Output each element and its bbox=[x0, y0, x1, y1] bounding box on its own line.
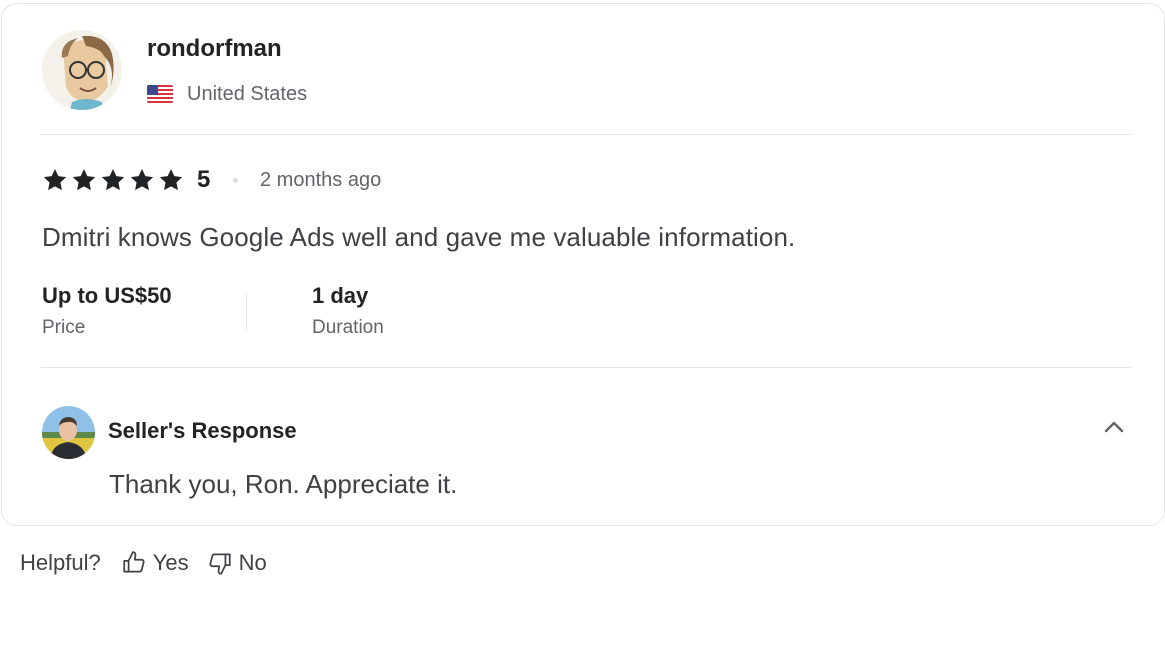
thumbs-down-icon bbox=[209, 553, 231, 575]
star-icon bbox=[72, 168, 96, 191]
price-value: Up to US$50 bbox=[42, 283, 172, 308]
helpful-bar: Helpful? Yes No bbox=[20, 550, 285, 576]
duration-label: Duration bbox=[312, 317, 384, 338]
reviewer-country: United States bbox=[187, 83, 308, 105]
response-divider bbox=[41, 367, 1131, 368]
star-rating bbox=[42, 167, 184, 193]
star-icon bbox=[101, 168, 125, 191]
reviewer-avatar[interactable] bbox=[42, 30, 122, 110]
rating-value: 5 bbox=[197, 166, 211, 193]
us-flag-icon bbox=[147, 85, 173, 103]
meta-separator bbox=[246, 292, 247, 332]
chevron-up-icon[interactable] bbox=[1101, 414, 1127, 440]
star-icon bbox=[130, 168, 154, 191]
duration-value: 1 day bbox=[312, 283, 369, 308]
review-time: 2 months ago bbox=[260, 169, 382, 191]
helpful-yes-label: Yes bbox=[152, 550, 189, 575]
price-label: Price bbox=[42, 317, 86, 338]
thumbs-up-icon bbox=[123, 551, 145, 573]
star-icon bbox=[159, 168, 183, 191]
review-card: rondorfman United States 5 2 months ago … bbox=[1, 3, 1165, 526]
seller-avatar[interactable] bbox=[42, 406, 95, 459]
helpful-yes-button[interactable]: Yes bbox=[121, 550, 189, 576]
separator-dot bbox=[233, 178, 238, 183]
review-text: Dmitri knows Google Ads well and gave me… bbox=[42, 222, 796, 252]
helpful-no-button[interactable]: No bbox=[207, 550, 267, 576]
reviewer-username[interactable]: rondorfman bbox=[147, 35, 282, 63]
header-divider bbox=[41, 134, 1131, 135]
star-icon bbox=[43, 168, 67, 191]
seller-response-title: Seller's Response bbox=[108, 418, 297, 443]
helpful-no-label: No bbox=[238, 550, 267, 575]
helpful-label: Helpful? bbox=[20, 550, 101, 575]
seller-response-text: Thank you, Ron. Appreciate it. bbox=[109, 469, 458, 499]
